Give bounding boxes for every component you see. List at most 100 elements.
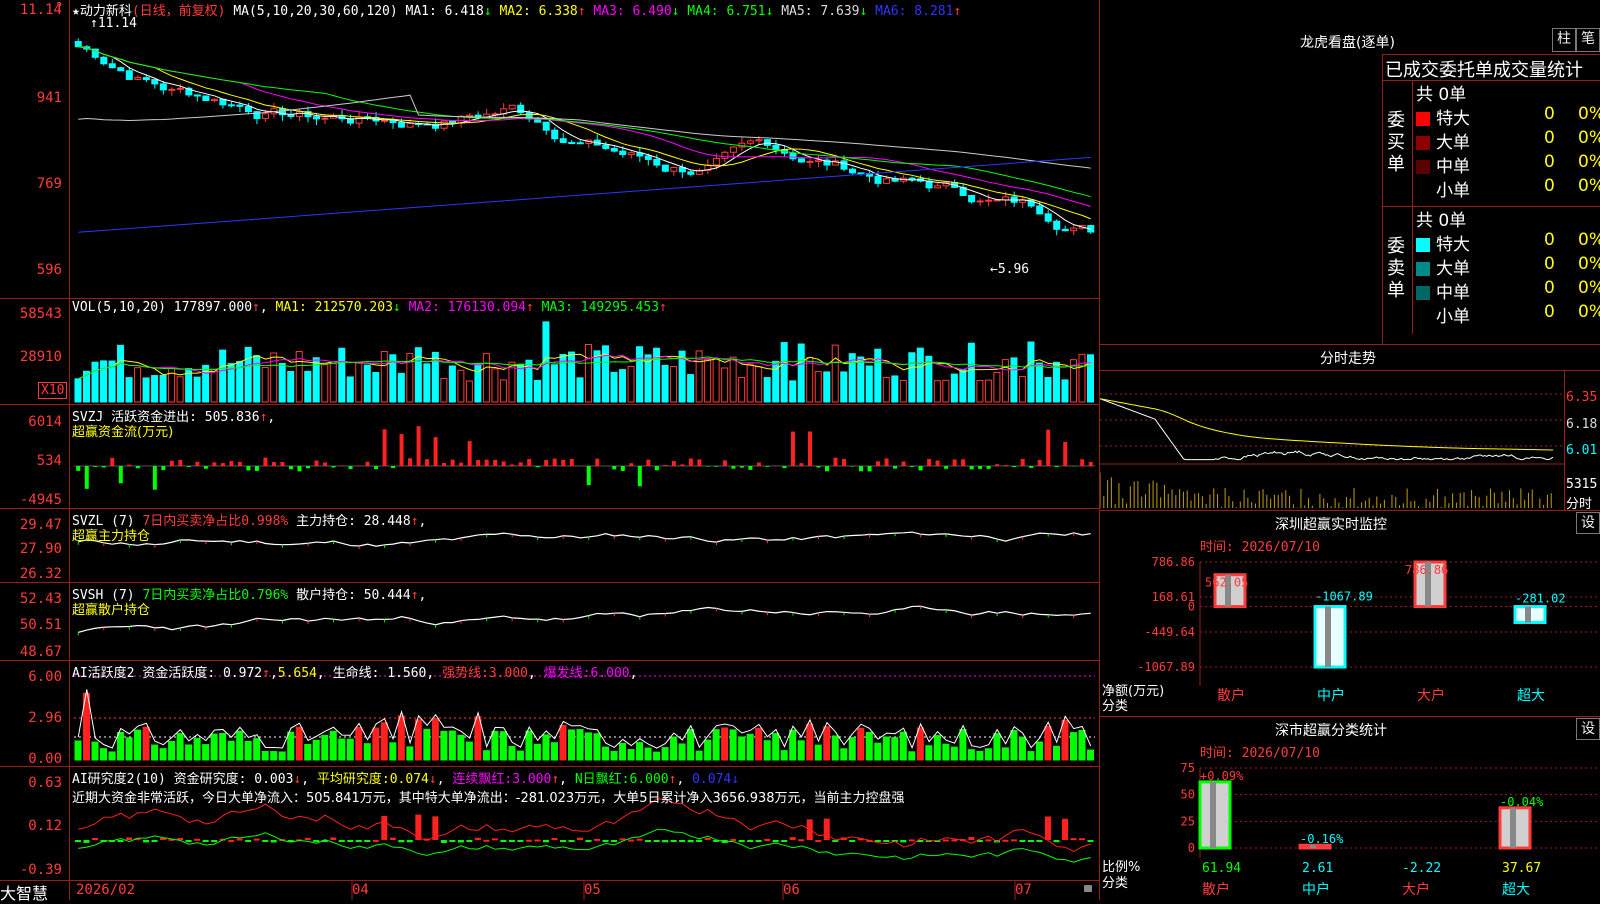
candle-body xyxy=(790,153,796,159)
sz-bar-shade xyxy=(1525,607,1531,623)
activity-bar xyxy=(858,728,864,760)
question-icon[interactable]: ? xyxy=(56,0,62,14)
research-bar xyxy=(364,840,370,842)
chart-canvas[interactable] xyxy=(0,0,1100,900)
candle-body xyxy=(101,57,107,64)
ma-params: MA(5,10,20,30,60,120) xyxy=(233,4,397,19)
activity-bar xyxy=(849,738,855,760)
candle-body xyxy=(228,105,234,106)
research-bar xyxy=(526,840,532,842)
sz-category: 大户 xyxy=(1417,687,1445,704)
cls-delta: -0.16% xyxy=(1300,832,1344,846)
research-bar xyxy=(1079,838,1085,840)
research-bar xyxy=(339,840,345,842)
research-bar xyxy=(1028,840,1034,842)
research-bar xyxy=(586,840,592,842)
left-chart-area[interactable]: ★动力新科(日线，前复权) MA(5,10,20,30,60,120) MA1:… xyxy=(0,0,1100,900)
activity-bar xyxy=(960,730,966,760)
flow-bar xyxy=(1055,466,1059,467)
flow-bar xyxy=(136,466,140,468)
flow-bar xyxy=(655,466,659,470)
ai-comment: 近期大资金非常活跃，今日大单净流入：505.841万元，其中特大单净流出：-28… xyxy=(72,787,905,806)
vol-bar xyxy=(339,348,345,402)
candle-body xyxy=(160,84,166,90)
cls-bar-shade xyxy=(1210,782,1216,848)
research-bar xyxy=(75,840,81,842)
flow-bar xyxy=(868,466,872,471)
flow-bar xyxy=(263,458,267,466)
ai-active-tick: 6.00 xyxy=(2,669,62,685)
vol-bar xyxy=(466,381,472,402)
vol-bar xyxy=(517,364,523,402)
vol-bar xyxy=(951,374,957,402)
activity-bar xyxy=(364,744,370,760)
vol-bar xyxy=(1028,342,1034,402)
vol-bar xyxy=(75,379,81,402)
activity-bar xyxy=(764,741,770,760)
bar-mode-button[interactable]: 柱 xyxy=(1552,28,1576,52)
activity-bar xyxy=(832,736,838,760)
indicator-value: MA4: 6.751↓ xyxy=(679,4,773,19)
activity-bar xyxy=(118,732,124,760)
candle-body xyxy=(407,124,413,128)
activity-bar xyxy=(177,734,183,760)
flow-bar xyxy=(229,461,233,466)
activity-bar xyxy=(909,752,915,760)
vol-bar xyxy=(739,378,745,402)
flow-bar xyxy=(374,466,378,469)
vol-bar xyxy=(943,380,949,402)
vol-bar xyxy=(713,359,719,402)
activity-bar xyxy=(424,729,430,760)
intraday-chart[interactable] xyxy=(1100,370,1565,510)
flow-bar xyxy=(944,466,948,469)
flow-bar xyxy=(1004,465,1008,466)
tick-mode-button[interactable]: 笔 xyxy=(1576,28,1600,52)
candle-body xyxy=(203,96,209,101)
activity-bar xyxy=(773,734,779,760)
flow-bar xyxy=(1089,462,1093,466)
activity-bar xyxy=(722,728,728,760)
flow-bar xyxy=(340,465,344,466)
flow-bar xyxy=(953,459,957,466)
vol-bar xyxy=(832,345,838,402)
activity-bar xyxy=(262,751,268,760)
activity-bar xyxy=(671,737,677,760)
activity-bar xyxy=(517,751,523,760)
cls-value: 2.61 xyxy=(1302,861,1333,876)
activity-bar xyxy=(654,752,660,760)
flow-bar xyxy=(544,460,548,466)
candle-body xyxy=(450,121,456,123)
cls-delta: -0.04% xyxy=(1500,795,1544,809)
vol-bar xyxy=(764,378,770,402)
sz-tick: -1067.89 xyxy=(1137,660,1195,674)
research-bar xyxy=(654,840,660,842)
lock-icon[interactable] xyxy=(1084,885,1092,892)
activity-bar xyxy=(373,728,379,760)
research-bar xyxy=(883,840,889,842)
vol-bar xyxy=(1053,362,1059,402)
research-bar xyxy=(534,840,540,842)
candle-body xyxy=(815,160,821,161)
research-bar xyxy=(577,838,583,840)
research-bar xyxy=(730,839,736,841)
sell-total: 共 0单 xyxy=(1416,206,1466,231)
cls-settings-button[interactable]: 设 xyxy=(1576,718,1600,740)
vol-bar xyxy=(449,366,455,402)
cls-category: 中户 xyxy=(1302,881,1330,898)
research-bar xyxy=(1002,840,1008,842)
buy-label: 委买单 xyxy=(1387,110,1407,176)
activity-bar xyxy=(458,735,464,760)
research-bar xyxy=(705,838,711,840)
ai-active-tick: 0.00 xyxy=(2,751,62,767)
sz-tick: -449.64 xyxy=(1144,625,1195,639)
flow-bar xyxy=(153,466,157,490)
vol-unit-badge[interactable]: X10 xyxy=(38,382,67,399)
candle-body xyxy=(569,142,575,143)
flow-bar xyxy=(306,466,310,468)
sz-settings-button[interactable]: 设 xyxy=(1576,512,1600,534)
activity-bar xyxy=(815,745,821,760)
stat-row: 大单00% xyxy=(1416,128,1600,152)
candle-body xyxy=(322,118,328,119)
flow-bar xyxy=(519,462,523,466)
x-tick: 04 xyxy=(352,882,369,898)
